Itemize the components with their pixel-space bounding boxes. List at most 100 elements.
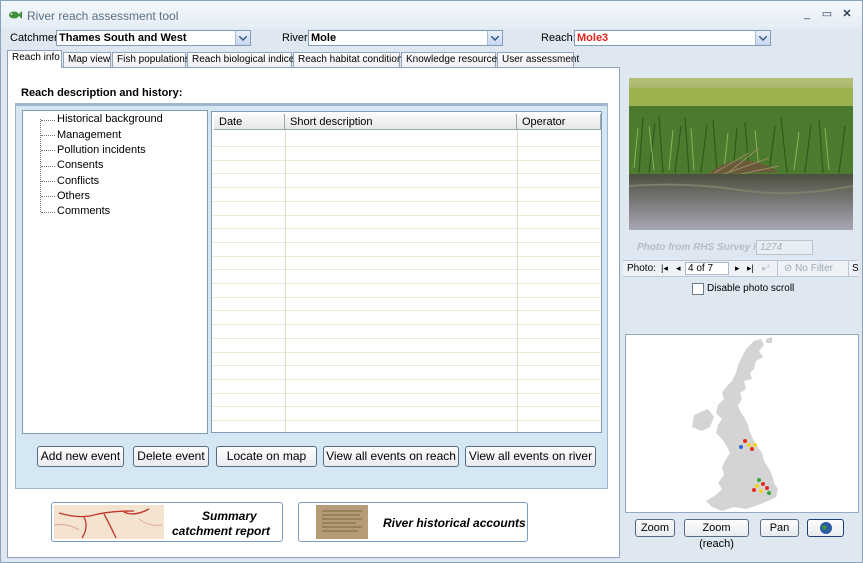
record-position-field[interactable]: 4 of 7 (685, 262, 729, 275)
uk-map[interactable] (625, 334, 859, 513)
reach-select[interactable]: Mole3 (574, 30, 771, 46)
history-tree[interactable] (22, 110, 208, 434)
tree-item-comments[interactable]: Comments (57, 205, 110, 217)
table-row[interactable] (212, 159, 601, 161)
table-row[interactable] (212, 200, 601, 202)
river-select[interactable]: Mole (308, 30, 503, 46)
tree-item-pollution-incidents[interactable]: Pollution incidents (57, 144, 146, 156)
survey-id-field[interactable]: 1274 (756, 240, 813, 255)
summary-label: Summary (202, 509, 257, 523)
last-record-icon[interactable]: ▸| (747, 263, 754, 274)
catchment-value: Thames South and West (59, 32, 187, 44)
tree-branch (41, 135, 55, 136)
river-historical-accounts-button[interactable]: River historical accounts (298, 502, 528, 542)
events-table[interactable]: Date Short description Operator (211, 111, 602, 433)
tab-reach-habitat-condition[interactable]: Reach habitat condition (293, 52, 403, 67)
disable-photo-scroll-label: Disable photo scroll (707, 283, 795, 294)
view-all-events-on-river-button[interactable]: View all events on river (465, 446, 596, 467)
table-row[interactable] (212, 365, 601, 367)
photo-nav-label: Photo: (627, 263, 656, 274)
column-header-date[interactable]: Date (214, 114, 285, 130)
photo-navigation-bar: Photo: |◂ ◂ 4 of 7 ▸ ▸| ▸* ⊘ No Filter S (623, 260, 859, 277)
search-field[interactable]: S (852, 263, 859, 274)
filter-button[interactable]: ⊘ No Filter (777, 261, 849, 276)
table-row[interactable] (212, 351, 601, 353)
locate-on-map-button[interactable]: Locate on map (216, 446, 317, 467)
table-row[interactable] (212, 420, 601, 421)
table-row[interactable] (212, 283, 601, 284)
zoom-button[interactable]: Zoom (635, 519, 675, 537)
page-title: Reach description and history: (21, 87, 183, 99)
tree-item-conflicts[interactable]: Conflicts (57, 175, 99, 187)
table-row[interactable] (212, 187, 601, 189)
reach-label: Reach: (541, 32, 576, 44)
minimize-button[interactable]: _ (799, 7, 815, 21)
table-row[interactable] (212, 392, 601, 394)
tab-reach-info[interactable]: Reach info (7, 50, 62, 68)
first-record-icon[interactable]: |◂ (661, 263, 668, 274)
catchment-select[interactable]: Thames South and West (56, 30, 251, 46)
summary-catchment-report-button[interactable]: Summary catchment report (51, 502, 283, 542)
tree-item-management[interactable]: Management (57, 129, 121, 141)
previous-record-icon[interactable]: ◂ (676, 263, 681, 274)
historical-accounts-label: River historical accounts (383, 516, 526, 530)
tab-fish-populations[interactable]: Fish populations (112, 52, 190, 67)
tree-item-others[interactable]: Others (57, 190, 90, 202)
next-record-icon[interactable]: ▸ (735, 263, 740, 274)
table-row[interactable] (212, 173, 601, 175)
tree-branch (41, 150, 55, 151)
reach-value: Mole3 (577, 32, 609, 44)
fish-icon (9, 11, 22, 19)
globe-button[interactable] (807, 519, 844, 537)
reach-photo (629, 78, 853, 230)
chevron-down-icon[interactable] (755, 31, 770, 45)
zoom-reach-button[interactable]: Zoom (reach) (684, 519, 749, 550)
tree-branch (41, 212, 55, 213)
table-row[interactable] (212, 296, 601, 298)
table-row[interactable] (212, 255, 601, 257)
catchment-map-icon (54, 505, 164, 539)
no-filter-label: No Filter (795, 263, 833, 274)
tab-reach-biological-indices[interactable]: Reach biological indices (187, 52, 299, 67)
table-row[interactable] (212, 146, 601, 147)
tree-branch (41, 166, 55, 167)
tree-branch (41, 196, 55, 197)
delete-event-button[interactable]: Delete event (133, 446, 209, 467)
tree-item-historical-background[interactable]: Historical background (57, 113, 163, 125)
table-row[interactable] (212, 241, 601, 243)
table-row[interactable] (212, 269, 601, 271)
manuscript-icon (316, 505, 368, 539)
new-record-icon[interactable]: ▸* (762, 263, 770, 274)
app-window: River reach assessment tool _ ▭ ✕ Catchm… (0, 0, 863, 563)
tab-user-assessment[interactable]: User assessment (497, 52, 579, 67)
filter-icon: ⊘ (784, 263, 793, 274)
table-row[interactable] (212, 337, 601, 339)
column-header-short-description[interactable]: Short description (285, 114, 517, 130)
column-divider (285, 130, 286, 432)
chevron-down-icon[interactable] (487, 31, 502, 45)
table-row[interactable] (212, 406, 601, 408)
table-row[interactable] (212, 228, 601, 230)
photo-source-label: Photo from RHS Survey id: (637, 242, 766, 253)
table-row[interactable] (212, 214, 601, 216)
column-header-operator[interactable]: Operator (517, 114, 601, 130)
pan-button[interactable]: Pan (760, 519, 799, 537)
table-row[interactable] (212, 310, 601, 312)
river-value: Mole (311, 32, 337, 44)
catchment-report-label: catchment report (172, 524, 271, 538)
add-new-event-button[interactable]: Add new event (37, 446, 124, 467)
tab-map-view[interactable]: Map view (63, 52, 111, 67)
tree-item-consents[interactable]: Consents (57, 159, 103, 171)
globe-icon (819, 522, 832, 534)
river-label: River: (282, 32, 311, 44)
tab-knowledge-resources[interactable]: Knowledge resources (401, 52, 502, 67)
table-row[interactable] (212, 324, 601, 326)
tree-branch (41, 120, 55, 121)
close-button[interactable]: ✕ (839, 7, 855, 21)
disable-photo-scroll-checkbox[interactable] (692, 283, 704, 295)
maximize-button[interactable]: ▭ (819, 7, 835, 21)
view-all-events-on-reach-button[interactable]: View all events on reach (323, 446, 459, 467)
window-title: River reach assessment tool (27, 9, 179, 23)
table-row[interactable] (212, 378, 601, 380)
chevron-down-icon[interactable] (235, 31, 250, 45)
